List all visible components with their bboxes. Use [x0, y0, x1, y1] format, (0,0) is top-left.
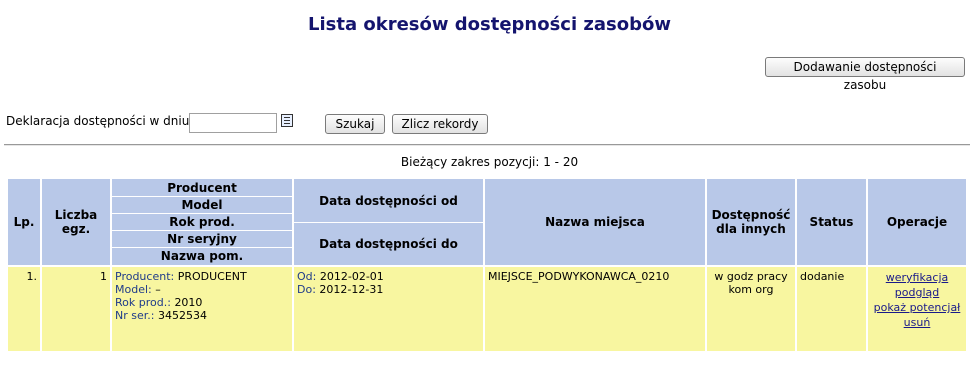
delete-link[interactable]: usuń [871, 315, 963, 330]
model-label: Model: [115, 283, 152, 296]
divider [4, 144, 970, 146]
header-producer: Producent [112, 180, 292, 197]
header-availability: Dostępność dla innych [705, 177, 797, 267]
header-resource: Producent Model Rok prod. Nr seryjny Naz… [110, 177, 294, 267]
model-value: – [155, 283, 161, 296]
range-info: Bieżący zakres pozycji: 1 - 20 [400, 155, 579, 169]
from-label: Od: [297, 270, 317, 283]
search-button[interactable]: Szukaj [325, 114, 385, 134]
preview-link[interactable]: podgląd [871, 285, 963, 300]
to-value: 2012-12-31 [319, 283, 384, 296]
cell-status: dodanie [795, 265, 868, 353]
date-filter-input[interactable] [189, 113, 277, 133]
cell-availability: w godz pracy kom org [705, 265, 797, 353]
header-ops: Operacje [866, 177, 968, 267]
cell-place: MIEJSCE_PODWYKONAWCA_0210 [483, 265, 707, 353]
page-title: Lista okresów dostępności zasobów [307, 14, 671, 35]
header-dates: Data dostępności od Data dostępności do [292, 177, 485, 267]
cell-resource: Producent: PRODUCENT Model: – Rok prod.:… [110, 265, 294, 353]
availability-table: Lp. Liczba egz. Producent Model Rok prod… [6, 177, 968, 353]
header-year: Rok prod. [112, 214, 292, 231]
header-count: Liczba egz. [40, 177, 112, 267]
serial-label: Nr ser.: [115, 309, 155, 322]
year-label: Rok prod.: [115, 296, 171, 309]
year-value: 2010 [174, 296, 203, 309]
header-date-to: Data dostępności do [319, 236, 458, 251]
header-place: Nazwa miejsca [483, 177, 707, 267]
verify-link[interactable]: weryfikacja [871, 270, 963, 285]
calendar-icon[interactable] [281, 114, 293, 127]
count-records-button[interactable]: Zlicz rekordy [392, 114, 488, 134]
from-value: 2012-02-01 [319, 270, 384, 283]
producer-value: PRODUCENT [177, 270, 247, 283]
header-status: Status [795, 177, 868, 267]
show-potential-link[interactable]: pokaż potencjał [871, 300, 963, 315]
serial-value: 3452534 [157, 309, 207, 322]
cell-lp: 1. [6, 265, 42, 353]
header-date-from: Data dostępności od [294, 180, 483, 223]
cell-ops: weryfikacja podgląd pokaż potencjał usuń [866, 265, 968, 353]
header-room: Nazwa pom. [160, 249, 244, 263]
cell-dates: Od: 2012-02-01 Do: 2012-12-31 [292, 265, 485, 353]
producer-label: Producent: [115, 270, 175, 283]
date-filter-label: Deklaracja dostępności w dniu: [6, 114, 194, 128]
table-row: 1. 1 Producent: PRODUCENT Model: – Rok p… [6, 265, 968, 353]
to-label: Do: [297, 283, 316, 296]
cell-count: 1 [40, 265, 112, 353]
add-availability-button[interactable]: Dodawanie dostępności zasobu [765, 57, 965, 92]
header-model: Model [112, 197, 292, 214]
header-lp: Lp. [6, 177, 42, 267]
header-serial: Nr seryjny [112, 231, 292, 248]
